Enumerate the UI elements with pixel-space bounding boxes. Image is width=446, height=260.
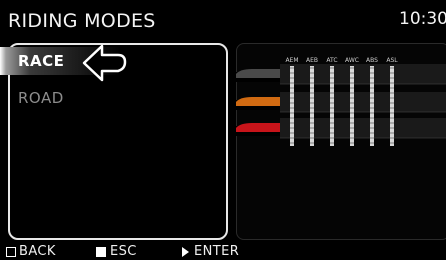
column-header: AWC	[345, 57, 359, 64]
mode-color-strip	[236, 123, 280, 132]
settings-row	[280, 92, 446, 112]
esc-button[interactable]: ESC	[96, 244, 137, 259]
mode-color-strip	[236, 69, 280, 78]
enter-button[interactable]: ENTER	[182, 244, 239, 259]
column-header: AEM	[285, 57, 298, 64]
column-header: ATC	[326, 57, 337, 64]
back-button[interactable]: BACK	[6, 244, 56, 259]
clock: 10:30	[399, 9, 446, 29]
mode-color-strip	[236, 97, 280, 106]
triangle-right-icon	[182, 246, 189, 257]
page-title: RIDING MODES	[8, 10, 156, 32]
enter-label: ENTER	[194, 244, 240, 259]
column-header: ABS	[366, 57, 378, 64]
square-outline-icon	[6, 246, 16, 257]
hand-pointer-icon	[82, 44, 127, 82]
column-header: AEB	[306, 57, 318, 64]
settings-table: AEM AEB ATC AWC ABS ASL	[236, 57, 446, 146]
settings-row	[280, 64, 446, 84]
back-label: BACK	[19, 244, 56, 259]
column-header: ASL	[386, 57, 398, 64]
settings-row	[280, 118, 446, 138]
menu-item-road[interactable]: ROAD	[18, 84, 208, 112]
esc-label: ESC	[110, 244, 137, 259]
footer-bar: BACK ESC ENTER	[6, 244, 446, 260]
square-filled-icon	[96, 246, 106, 257]
